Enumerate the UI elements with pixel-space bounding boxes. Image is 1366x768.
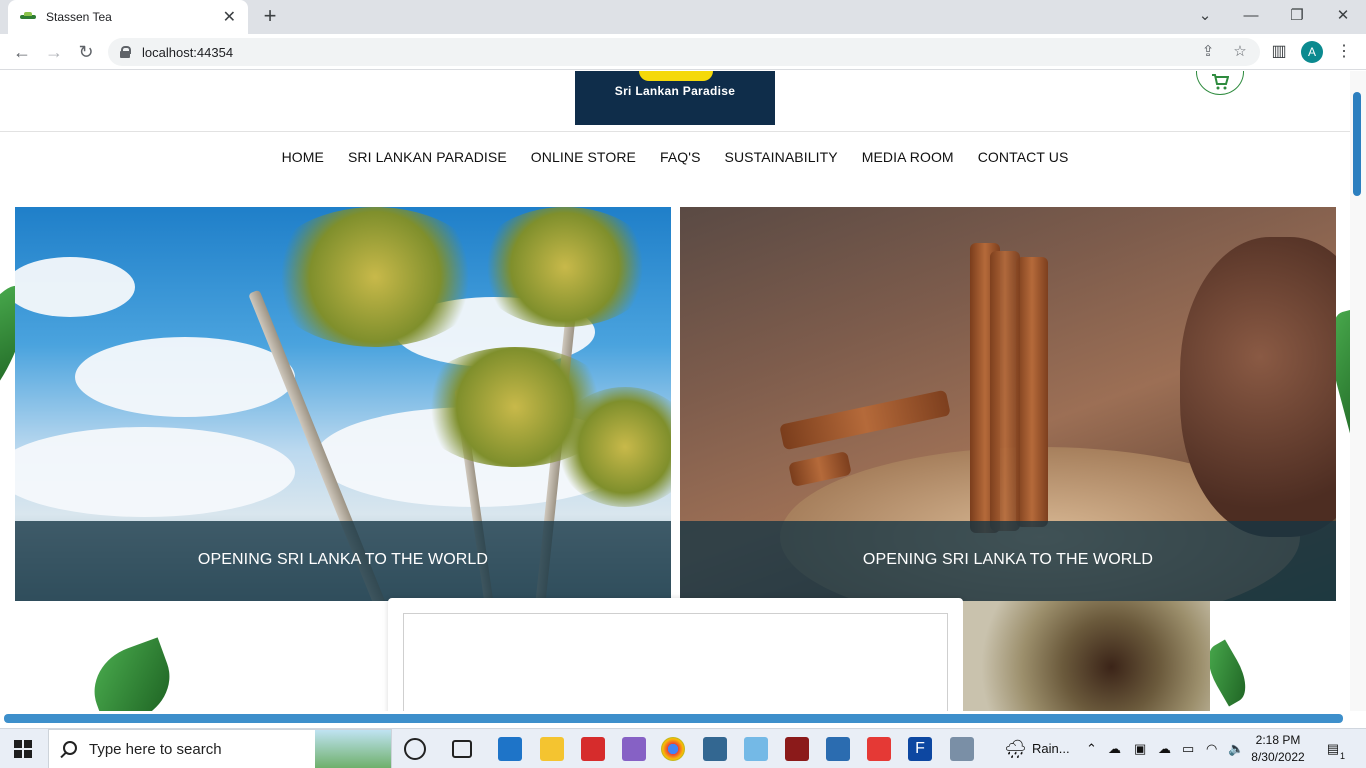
address-bar[interactable]: localhost:44354 ⇪ ☆ xyxy=(108,38,1260,66)
cinnamon-stick xyxy=(779,389,951,451)
cloud-shape xyxy=(15,257,135,317)
restore-button[interactable]: ❐ xyxy=(1274,0,1320,34)
notification-center-icon[interactable]: ▤ xyxy=(1322,729,1344,768)
tab-search-chevron-icon[interactable]: ⌄ xyxy=(1182,0,1228,34)
popup-content-area[interactable] xyxy=(403,613,948,711)
weather-text[interactable]: Rain... xyxy=(1032,729,1070,768)
main-nav: HOME SRI LANKAN PARADISE ONLINE STORE FA… xyxy=(0,149,1350,165)
palm-fronds xyxy=(265,207,485,347)
task-view-icon[interactable] xyxy=(452,740,472,758)
tray-chevron-icon[interactable]: ⌃ xyxy=(1086,729,1097,768)
nav-online-store[interactable]: ONLINE STORE xyxy=(531,149,636,165)
menu-kebab-icon[interactable]: ⋮ xyxy=(1332,40,1356,64)
card-caption: OPENING SRI LANKA TO THE WORLD xyxy=(680,521,1336,601)
browser-toolbar: ← → ↻ localhost:44354 ⇪ ☆ ▥ ⋮ xyxy=(0,34,1366,70)
cloud-shape xyxy=(75,337,295,417)
close-window-button[interactable]: ✕ xyxy=(1320,0,1366,34)
shopping-cart-icon xyxy=(1212,74,1229,90)
vertical-scrollbar-thumb[interactable] xyxy=(1353,92,1361,196)
taskbar: Type here to search F 🌧 Rain... ⌃ ☁ ▣ ☁ … xyxy=(0,728,1366,768)
profile-avatar[interactable]: A xyxy=(1301,41,1323,63)
clock-date: 8/30/2022 xyxy=(1251,750,1305,764)
web-page: Sri Lankan Paradise HOME SRI LANKAN PARA… xyxy=(0,71,1350,711)
back-button[interactable]: ← xyxy=(10,40,34,64)
notification-count: 1 xyxy=(1340,751,1346,761)
bookmark-star-icon[interactable]: ☆ xyxy=(1228,38,1252,66)
mail-icon[interactable] xyxy=(498,737,522,761)
nav-contact-us[interactable]: CONTACT US xyxy=(978,149,1069,165)
chrome-icon[interactable] xyxy=(661,737,685,761)
cinnamon-stick xyxy=(1016,257,1048,527)
app-icon[interactable] xyxy=(867,737,891,761)
pine-cone xyxy=(1180,237,1336,537)
elephant-logo-icon xyxy=(639,71,713,81)
herbs-bottle-image xyxy=(963,601,1210,711)
cart-button[interactable] xyxy=(1196,71,1244,95)
app-icon[interactable] xyxy=(581,737,605,761)
volume-icon[interactable]: 🔈 xyxy=(1228,729,1244,768)
side-panel-icon[interactable]: ▥ xyxy=(1267,40,1291,64)
site-favicon-icon xyxy=(20,12,36,22)
cloud-shape xyxy=(15,427,295,517)
horizontal-scrollbar[interactable] xyxy=(4,714,1343,723)
system-clock[interactable]: 2:18 PM 8/30/2022 xyxy=(1246,732,1310,766)
site-logo[interactable]: Sri Lankan Paradise xyxy=(575,71,775,125)
minimize-button[interactable]: — xyxy=(1228,0,1274,34)
cinnamon-stick xyxy=(990,251,1020,531)
hero-card-cinnamon[interactable]: OPENING SRI LANKA TO THE WORLD xyxy=(680,207,1336,601)
forward-button[interactable]: → xyxy=(42,40,66,64)
tab-strip: Stassen Tea ✕ + ⌄ — ❐ ✕ xyxy=(0,0,1366,34)
close-tab-icon[interactable]: ✕ xyxy=(223,7,236,27)
meet-icon[interactable]: ▣ xyxy=(1134,729,1146,768)
header-divider xyxy=(0,131,1350,132)
onedrive-icon[interactable]: ☁ xyxy=(1108,729,1121,768)
taskbar-search-box[interactable]: Type here to search xyxy=(48,729,392,768)
battery-icon[interactable]: ▭ xyxy=(1182,729,1194,768)
photos-icon[interactable] xyxy=(826,737,850,761)
share-icon[interactable]: ⇪ xyxy=(1196,38,1220,66)
search-icon xyxy=(63,741,77,755)
app-f-icon[interactable]: F xyxy=(908,737,932,761)
hero-card-palms[interactable]: OPENING SRI LANKA TO THE WORLD xyxy=(15,207,671,601)
lock-icon[interactable] xyxy=(120,46,131,58)
url-text[interactable]: localhost:44354 xyxy=(142,45,233,60)
wifi-icon[interactable]: ◠ xyxy=(1206,729,1217,768)
app-icon[interactable] xyxy=(744,737,768,761)
new-tab-button[interactable]: + xyxy=(258,4,282,28)
winrar-icon[interactable] xyxy=(785,737,809,761)
visual-studio-icon[interactable] xyxy=(622,737,646,761)
reload-button[interactable]: ↻ xyxy=(74,40,98,64)
leaf-decoration xyxy=(82,637,182,711)
clock-time: 2:18 PM xyxy=(1255,733,1301,747)
nav-sri-lankan-paradise[interactable]: SRI LANKAN PARADISE xyxy=(348,149,507,165)
card-caption: OPENING SRI LANKA TO THE WORLD xyxy=(15,521,671,601)
app-icon[interactable] xyxy=(950,737,974,761)
browser-tab[interactable]: Stassen Tea ✕ xyxy=(8,0,248,34)
nav-media-room[interactable]: MEDIA ROOM xyxy=(862,149,954,165)
weather-icon[interactable]: 🌧 xyxy=(1004,729,1027,768)
cortana-icon[interactable] xyxy=(404,738,426,760)
nav-faqs[interactable]: FAQ'S xyxy=(660,149,701,165)
palm-fronds xyxy=(475,207,655,327)
logo-text: Sri Lankan Paradise xyxy=(614,84,736,98)
nav-home[interactable]: HOME xyxy=(282,149,324,165)
popup-dialog xyxy=(388,598,963,711)
windows-start-icon[interactable] xyxy=(14,740,32,758)
search-highlight-image xyxy=(315,730,391,768)
nav-sustainability[interactable]: SUSTAINABILITY xyxy=(725,149,838,165)
file-explorer-icon[interactable] xyxy=(540,737,564,761)
cloud-warning-icon[interactable]: ☁ xyxy=(1158,729,1171,768)
tab-title: Stassen Tea xyxy=(46,10,112,24)
search-placeholder: Type here to search xyxy=(89,740,222,758)
postgresql-icon[interactable] xyxy=(703,737,727,761)
